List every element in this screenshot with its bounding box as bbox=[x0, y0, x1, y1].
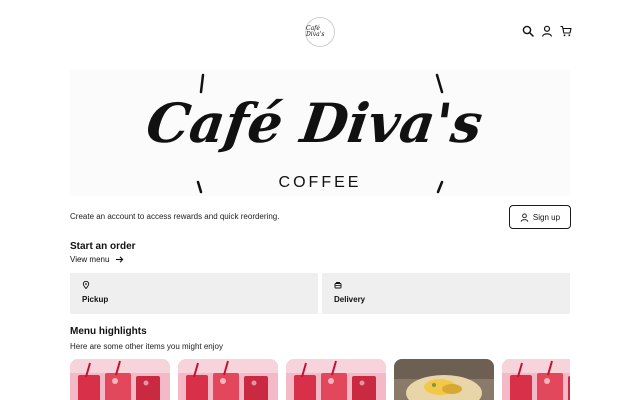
site-header: Café Diva's bbox=[0, 0, 640, 62]
menu-item-card[interactable] bbox=[394, 359, 494, 400]
delivery-icon bbox=[334, 282, 342, 289]
menu-highlights-carousel bbox=[70, 359, 570, 400]
hero-banner: Café Diva's COFFEE bbox=[70, 70, 570, 196]
brand-logo[interactable]: Café Diva's bbox=[305, 17, 335, 47]
wrap-image bbox=[394, 359, 494, 400]
menu-highlights-title: Menu highlights bbox=[70, 326, 147, 337]
hero-brand-script: Café Diva's bbox=[143, 91, 487, 155]
drink-image bbox=[70, 359, 170, 400]
user-icon bbox=[520, 213, 529, 222]
cart-icon[interactable] bbox=[560, 24, 572, 38]
signup-button[interactable]: Sign up bbox=[509, 205, 571, 229]
header-actions bbox=[522, 24, 572, 38]
view-menu-link[interactable]: View menu bbox=[70, 255, 124, 264]
signup-label: Sign up bbox=[532, 212, 561, 222]
drink-image bbox=[286, 359, 386, 400]
account-prompt: Create an account to access rewards and … bbox=[70, 212, 280, 221]
menu-item-card[interactable] bbox=[502, 359, 570, 400]
brand-logo-text: Café Diva's bbox=[306, 25, 325, 38]
start-order-title: Start an order bbox=[70, 241, 136, 252]
delivery-option[interactable]: Delivery bbox=[322, 273, 570, 314]
location-pin-icon bbox=[82, 281, 90, 289]
drink-image bbox=[178, 359, 278, 400]
menu-highlights-subtitle: Here are some other items you might enjo… bbox=[70, 342, 223, 351]
user-icon[interactable] bbox=[541, 24, 553, 38]
search-icon[interactable] bbox=[522, 24, 534, 38]
arrow-right-icon bbox=[116, 256, 124, 263]
menu-item-card[interactable] bbox=[286, 359, 386, 400]
view-menu-label: View menu bbox=[70, 255, 110, 264]
delivery-label: Delivery bbox=[334, 295, 366, 304]
hero-brand-art: Café Diva's COFFEE bbox=[143, 73, 487, 194]
hero-brand-sub: COFFEE bbox=[279, 174, 362, 191]
drink-image bbox=[502, 359, 570, 400]
pickup-label: Pickup bbox=[82, 295, 109, 304]
pickup-option[interactable]: Pickup bbox=[70, 273, 318, 314]
menu-item-card[interactable] bbox=[178, 359, 278, 400]
menu-item-card[interactable] bbox=[70, 359, 170, 400]
